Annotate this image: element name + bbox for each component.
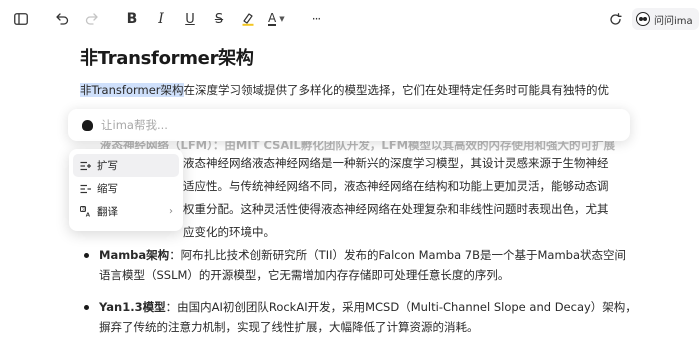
ai-action-menu: 扩写 缩写 文A 翻译 › bbox=[69, 149, 183, 231]
lfm-line-3: 权重分配。这种灵活性使得液态神经网络在处理复杂和非线性问题时表现出色，尤其 bbox=[183, 202, 609, 216]
editor-toolbar: B I U S A ▼ ··· 问问ima bbox=[0, 0, 700, 38]
mamba-line-2: 语言模型（SSLM）的开源模型，它无需增加内存存储即可处理任意长度的序列。 bbox=[99, 268, 510, 282]
italic-icon[interactable]: I bbox=[150, 8, 172, 30]
ask-ima-input[interactable] bbox=[101, 118, 581, 132]
ask-ima-bar bbox=[68, 109, 630, 141]
yan-heading: Yan1.3模型 bbox=[99, 300, 166, 314]
svg-text:A: A bbox=[86, 212, 91, 217]
page-title: 非Transformer架构 bbox=[80, 48, 254, 69]
menu-item-translate[interactable]: 文A 翻译 › bbox=[73, 200, 179, 223]
yan-line-2: 摒弃了传统的注意力机制，实现了线性扩展，大幅降低了计算资源的消耗。 bbox=[99, 320, 479, 334]
more-icon[interactable]: ··· bbox=[305, 8, 327, 30]
translate-icon: 文A bbox=[80, 206, 91, 217]
sidebar-toggle-icon[interactable] bbox=[10, 8, 32, 30]
intro-line-1[interactable]: 非Transformer架构在深度学习领域提供了多样化的模型选择，它们在处理特定… bbox=[80, 79, 609, 102]
undo-icon[interactable] bbox=[51, 8, 73, 30]
chevron-down-icon: ▼ bbox=[279, 15, 285, 23]
redo-icon[interactable] bbox=[80, 8, 102, 30]
refresh-icon[interactable] bbox=[604, 8, 626, 30]
chevron-right-icon: › bbox=[169, 206, 173, 217]
shorten-text-icon bbox=[80, 184, 91, 193]
text-color-icon[interactable]: A ▼ bbox=[268, 8, 298, 30]
underline-icon[interactable]: U bbox=[179, 8, 201, 30]
document-body: 非Transformer架构 bbox=[80, 44, 620, 70]
text-color-glyph: A bbox=[268, 11, 277, 26]
lfm-line-2: 适应性。与传统神经网络不同，液态神经网络在结构和功能上更加灵活，能够动态调 bbox=[183, 179, 609, 193]
menu-item-shorten[interactable]: 缩写 bbox=[73, 177, 179, 200]
yan-line-1-rest: ：由国内AI初创团队RockAI开发，采用MCSD（Multi-Channel … bbox=[165, 300, 637, 314]
lfm-line-4: 应变化的环境中。 bbox=[183, 225, 275, 239]
menu-item-expand[interactable]: 扩写 bbox=[73, 154, 179, 177]
mamba-heading: Mamba架构 bbox=[99, 248, 170, 262]
menu-item-label: 扩写 bbox=[97, 160, 118, 172]
lfm-line-1: 液态神经网络液态神经网络是一种新兴的深度学习模型，其设计灵感来源于生物神经 bbox=[183, 156, 609, 170]
ask-ima-label: 问问ima bbox=[654, 15, 693, 27]
intro-line-1-rest: 在深度学习领域提供了多样化的模型选择，它们在处理特定任务时可能具有独特的优 bbox=[183, 83, 610, 97]
mamba-line-1-rest: ：阿布扎比技术创新研究所（TII）发布的Falcon Mamba 7B是一个基于… bbox=[169, 248, 626, 262]
bullet-dot bbox=[84, 305, 89, 310]
ask-ima-button[interactable]: 问问ima bbox=[632, 8, 699, 30]
menu-item-label: 缩写 bbox=[97, 183, 118, 195]
strikethrough-icon[interactable]: S bbox=[208, 8, 230, 30]
bullet-dot bbox=[84, 253, 89, 258]
highlight-icon[interactable] bbox=[237, 8, 259, 30]
bold-icon[interactable]: B bbox=[121, 8, 143, 30]
panda-icon bbox=[636, 12, 650, 26]
menu-item-label: 翻译 bbox=[97, 206, 118, 218]
ima-logo-icon bbox=[82, 119, 93, 131]
expand-text-icon bbox=[80, 161, 91, 170]
selected-text[interactable]: 非Transformer架构 bbox=[80, 83, 184, 97]
